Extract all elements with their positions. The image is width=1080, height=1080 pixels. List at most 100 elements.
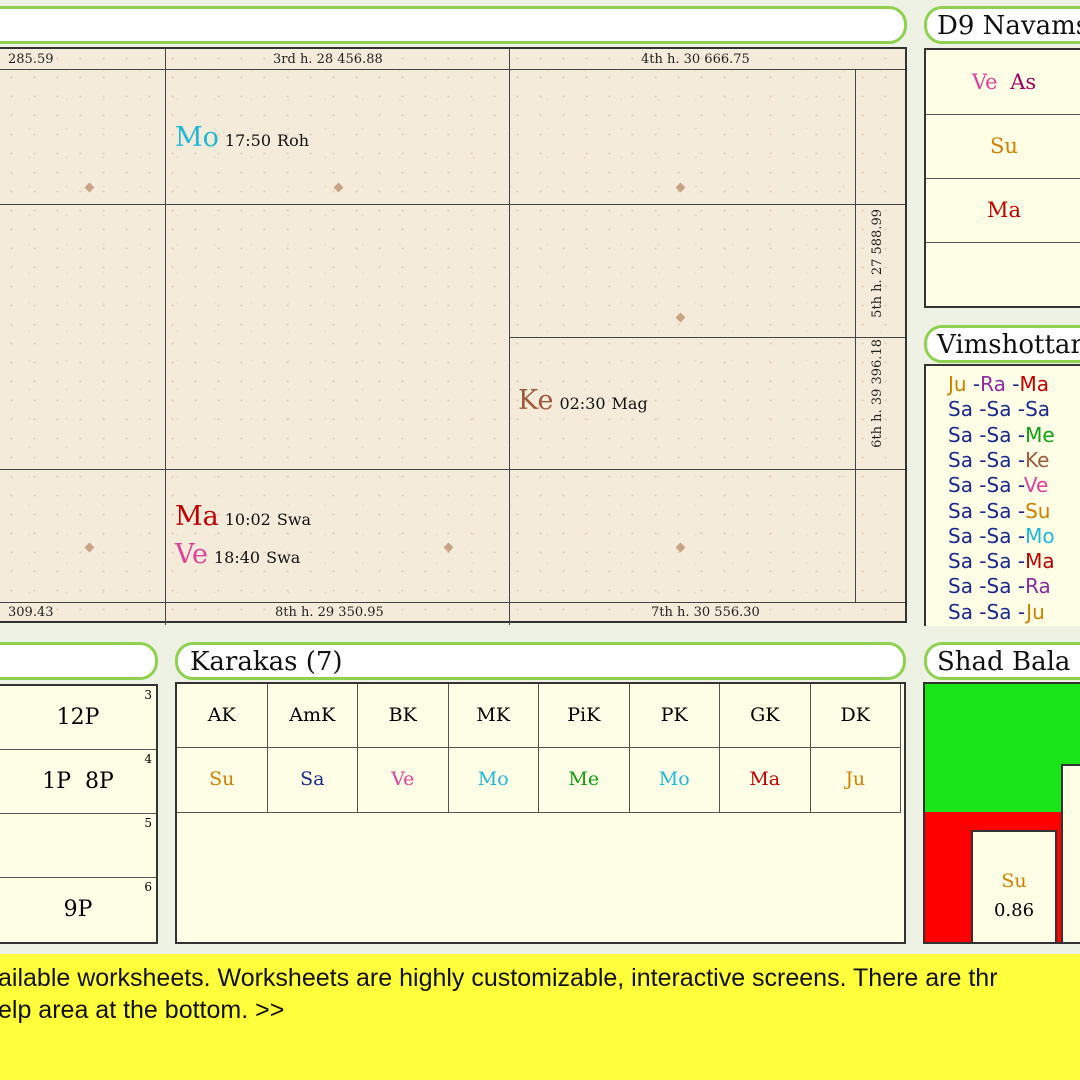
marker-dot: [84, 182, 95, 193]
marker-dot: [84, 542, 95, 553]
vimshottari-row[interactable]: Sa -Sa -Me: [948, 423, 1055, 447]
vimshottari-panel[interactable]: Ju -Ra -Ma Sa -Sa -Sa Sa -Sa -Me Sa -Sa -Ke…: [924, 364, 1080, 626]
shad-bala-chart[interactable]: Su 0.86: [923, 682, 1080, 944]
side-label-5th: 5th h. 27 588.99: [870, 209, 885, 318]
marker-dot: [675, 312, 686, 323]
vimshottari-separator: -: [972, 422, 987, 447]
shad-bala-header[interactable]: Shad Bala: [924, 642, 1080, 680]
vimshottari-separator: -: [1011, 422, 1026, 447]
vimshottari-row[interactable]: Sa -Sa -Sa: [948, 397, 1050, 421]
vimshottari-planet: Ju: [1026, 599, 1045, 624]
karaka-value[interactable]: Mo: [448, 748, 539, 813]
divider-v3: [855, 69, 856, 602]
karaka-value[interactable]: Sa: [267, 748, 358, 813]
rasi-chart[interactable]: 285.59 3rd h. 28 456.88 4th h. 30 666.75…: [0, 47, 907, 625]
planet-ma-name: Ma: [175, 501, 219, 532]
vimshottari-planet: Sa: [948, 549, 973, 574]
left-table-header: [0, 642, 158, 680]
house-table[interactable]: 12P 3 1P 8P 4 5 9P 6: [0, 684, 158, 944]
karaka-header-gk: GK: [720, 684, 811, 748]
planet-ke[interactable]: Ke 02:30 Mag: [518, 385, 648, 416]
vimshottari-planet: Ra: [1025, 574, 1051, 599]
vimshottari-planet: Sa: [986, 498, 1012, 523]
vimshottari-row[interactable]: Sa -Sa -Ve: [948, 473, 1048, 497]
karaka-value[interactable]: Mo: [629, 748, 720, 813]
d9-as: As: [1010, 70, 1037, 94]
house-row-3[interactable]: 12P 3: [0, 686, 156, 750]
shad-bala-title: Shad Bala: [937, 647, 1071, 677]
planet-ve[interactable]: Ve 18:40 Swa: [175, 539, 300, 570]
karaka-header-pk: PK: [629, 684, 720, 748]
divider-v1: [165, 49, 166, 625]
house-row-text: 12P: [56, 705, 100, 730]
vimshottari-separator: -: [972, 397, 987, 422]
shad-bala-green-area: [925, 684, 1080, 812]
planet-ma[interactable]: Ma 10:02 Swa: [175, 501, 311, 532]
vimshottari-planet: Sa: [948, 422, 973, 447]
vimshottari-planet: Su: [1025, 498, 1051, 523]
planet-ve-name: Ve: [175, 539, 208, 570]
karaka-header-bk: BK: [358, 684, 449, 748]
vimshottari-planet: Mo: [1025, 523, 1055, 548]
karaka-value[interactable]: Me: [539, 748, 630, 813]
planet-ke-time: 02:30: [559, 394, 606, 413]
karaka-header-amk: AmK: [267, 684, 358, 748]
top-label-2: 3rd h. 28 456.88: [273, 52, 383, 67]
house-row-4[interactable]: 1P 8P 4: [0, 750, 156, 814]
d9-panel[interactable]: Ve As Su Ma: [924, 48, 1080, 308]
vimshottari-planet: Sa: [986, 549, 1012, 574]
top-rule: [0, 69, 905, 70]
karakas-panel[interactable]: AK Su AmK Sa BK Ve MK Mo PiK Me PK Mo GK Ma DK Ju: [175, 682, 906, 944]
vimshottari-planet: Sa: [948, 498, 973, 523]
karaka-value[interactable]: Ma: [720, 748, 811, 813]
vimshottari-row[interactable]: Sa -Sa -Su: [948, 499, 1050, 523]
house-row-num: 6: [144, 880, 152, 894]
house-row-num: 5: [144, 816, 152, 830]
house-row-num: 4: [144, 752, 152, 766]
help-area: ailable worksheets. Worksheets are highl…: [0, 954, 1080, 1080]
karaka-header-mk: MK: [448, 684, 539, 748]
marker-dot: [675, 182, 686, 193]
vimshottari-separator: -: [972, 599, 987, 624]
vimshottari-separator: -: [1011, 523, 1026, 548]
marker-dot: [675, 542, 686, 553]
d9-header[interactable]: D9 Navams: [924, 6, 1080, 44]
vimshottari-planet: Sa: [986, 447, 1012, 472]
vimshottari-planet: Sa: [948, 574, 973, 599]
house-row-6[interactable]: 9P 6: [0, 878, 156, 942]
top-label-3: 4th h. 30 666.75: [641, 52, 750, 67]
vimshottari-title: Vimshottari: [937, 330, 1080, 360]
planet-ke-nak: Mag: [611, 394, 648, 413]
vimshottari-separator: -: [1011, 397, 1026, 422]
planet-mo[interactable]: Mo 17:50 Roh: [175, 122, 309, 153]
vimshottari-header[interactable]: Vimshottari: [924, 325, 1080, 363]
vimshottari-row[interactable]: Sa -Sa -Ke: [948, 448, 1050, 472]
help-line-2: elp area at the bottom. >>: [0, 996, 285, 1024]
vimshottari-row[interactable]: Sa -Sa -Ra: [948, 574, 1051, 598]
vimshottari-row[interactable]: Sa -Sa -Ju: [948, 600, 1045, 624]
shad-bala-bar-next[interactable]: [1061, 764, 1080, 942]
karaka-value[interactable]: Ju: [810, 748, 901, 813]
vimshottari-row[interactable]: Ju -Ra -Ma: [948, 372, 1049, 396]
top-label-1: 285.59: [8, 52, 54, 67]
vimshottari-planet: Sa: [948, 599, 973, 624]
karakas-header[interactable]: Karakas (7): [175, 642, 906, 680]
vimshottari-row[interactable]: Sa -Sa -Mo: [948, 524, 1055, 548]
planet-ke-name: Ke: [518, 385, 554, 416]
marker-dot: [443, 542, 454, 553]
vimshottari-separator: -: [1011, 447, 1026, 472]
vimshottari-planet: Sa: [948, 447, 973, 472]
help-line-1: ailable worksheets. Worksheets are highl…: [0, 964, 998, 992]
shad-bala-bar-su[interactable]: Su 0.86: [971, 830, 1057, 942]
side-label-6th: 6th h. 39 396.18: [870, 339, 885, 448]
shad-bala-planet: Su: [1001, 870, 1027, 892]
house-row-5[interactable]: 5: [0, 814, 156, 878]
divider-h1: [0, 204, 905, 205]
karaka-value[interactable]: Su: [177, 748, 268, 813]
karaka-value[interactable]: Ve: [358, 748, 449, 813]
vimshottari-separator: -: [972, 498, 987, 523]
d9-ve: Ve: [971, 70, 998, 94]
divider-h3: [0, 469, 905, 470]
vimshottari-row[interactable]: Sa -Sa -Ma: [948, 549, 1055, 573]
karaka-header-ak: AK: [177, 684, 268, 748]
